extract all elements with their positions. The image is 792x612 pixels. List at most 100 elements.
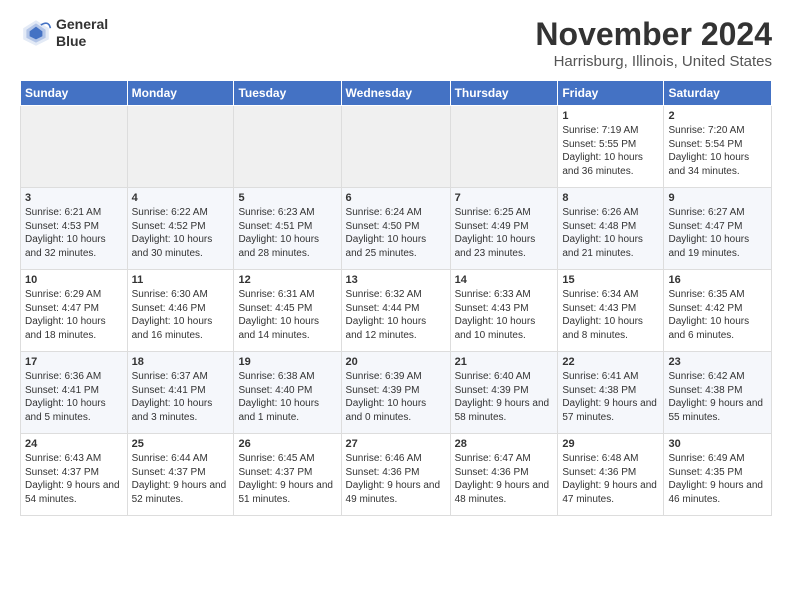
calendar-cell: 21 Sunrise: 6:40 AM Sunset: 4:39 PM Dayli… [450, 352, 558, 434]
day-header-thursday: Thursday [450, 81, 558, 106]
calendar-cell [341, 106, 450, 188]
calendar-cell: 7Sunrise: 6:25 AM Sunset: 4:49 PM Daylig… [450, 188, 558, 270]
day-header-friday: Friday [558, 81, 664, 106]
calendar-header-row: SundayMondayTuesdayWednesdayThursdayFrid… [21, 81, 772, 106]
calendar-cell: 23 Sunrise: 6:42 AM Sunset: 4:38 PM Dayli… [664, 352, 772, 434]
week-row-3: 10 Sunrise: 6:29 AM Sunset: 4:47 PM Dayli… [21, 270, 772, 352]
calendar-cell: 24Sunrise: 6:43 AM Sunset: 4:37 PM Dayli… [21, 434, 128, 516]
day-number: 29 [562, 438, 659, 450]
cell-content: Sunrise: 6:35 AM Sunset: 4:42 PM Dayligh… [668, 288, 767, 342]
day-header-sunday: Sunday [21, 81, 128, 106]
calendar-cell: 19 Sunrise: 6:38 AM Sunset: 4:40 PM Dayli… [234, 352, 341, 434]
logo-line1: General [56, 16, 108, 33]
cell-content: Sunrise: 7:20 AM Sunset: 5:54 PM Dayligh… [668, 124, 767, 178]
day-number: 1 [562, 110, 659, 122]
calendar-cell: 14Sunrise: 6:33 AM Sunset: 4:43 PM Dayli… [450, 270, 558, 352]
day-number: 22 [562, 356, 659, 368]
calendar-cell: 15 Sunrise: 6:34 AM Sunset: 4:43 PM Dayli… [558, 270, 664, 352]
cell-content: Sunrise: 6:45 AM Sunset: 4:37 PM Dayligh… [238, 452, 336, 506]
cell-content: Sunrise: 6:48 AM Sunset: 4:36 PM Dayligh… [562, 452, 659, 506]
day-number: 25 [132, 438, 230, 450]
cell-content: Sunrise: 6:46 AM Sunset: 4:36 PM Dayligh… [346, 452, 446, 506]
week-row-4: 17 Sunrise: 6:36 AM Sunset: 4:41 PM Dayli… [21, 352, 772, 434]
day-header-monday: Monday [127, 81, 234, 106]
day-header-tuesday: Tuesday [234, 81, 341, 106]
cell-content: Sunrise: 6:43 AM Sunset: 4:37 PM Dayligh… [25, 452, 123, 506]
cell-content: Sunrise: 6:47 AM Sunset: 4:36 PM Dayligh… [455, 452, 554, 506]
day-number: 18 [132, 356, 230, 368]
day-number: 4 [132, 192, 230, 204]
calendar-cell [21, 106, 128, 188]
calendar-cell: 5Sunrise: 6:23 AM Sunset: 4:51 PM Daylig… [234, 188, 341, 270]
day-number: 2 [668, 110, 767, 122]
day-number: 27 [346, 438, 446, 450]
logo: General Blue [20, 16, 108, 50]
calendar-cell: 25 Sunrise: 6:44 AM Sunset: 4:37 PM Dayli… [127, 434, 234, 516]
cell-content: Sunrise: 6:38 AM Sunset: 4:40 PM Dayligh… [238, 370, 336, 424]
month-title: November 2024 [535, 16, 772, 53]
day-number: 21 [455, 356, 554, 368]
cell-content: Sunrise: 6:22 AM Sunset: 4:52 PM Dayligh… [132, 206, 230, 260]
cell-content: Sunrise: 6:25 AM Sunset: 4:49 PM Dayligh… [455, 206, 554, 260]
calendar-cell: 18 Sunrise: 6:37 AM Sunset: 4:41 PM Dayli… [127, 352, 234, 434]
day-number: 23 [668, 356, 767, 368]
cell-content: Sunrise: 6:31 AM Sunset: 4:45 PM Dayligh… [238, 288, 336, 342]
cell-content: Sunrise: 6:29 AM Sunset: 4:47 PM Dayligh… [25, 288, 123, 342]
week-row-5: 24Sunrise: 6:43 AM Sunset: 4:37 PM Dayli… [21, 434, 772, 516]
cell-content: Sunrise: 6:33 AM Sunset: 4:43 PM Dayligh… [455, 288, 554, 342]
cell-content: Sunrise: 6:44 AM Sunset: 4:37 PM Dayligh… [132, 452, 230, 506]
calendar-cell: 17 Sunrise: 6:36 AM Sunset: 4:41 PM Dayli… [21, 352, 128, 434]
page: General Blue November 2024 Harrisburg, I… [0, 0, 792, 612]
cell-content: Sunrise: 7:19 AM Sunset: 5:55 PM Dayligh… [562, 124, 659, 178]
calendar-cell: 8Sunrise: 6:26 AM Sunset: 4:48 PM Daylig… [558, 188, 664, 270]
cell-content: Sunrise: 6:40 AM Sunset: 4:39 PM Dayligh… [455, 370, 554, 424]
calendar-cell: 16Sunrise: 6:35 AM Sunset: 4:42 PM Dayli… [664, 270, 772, 352]
logo-text: General Blue [56, 16, 108, 50]
calendar-cell: 2 Sunrise: 7:20 AM Sunset: 5:54 PM Daylig… [664, 106, 772, 188]
cell-content: Sunrise: 6:24 AM Sunset: 4:50 PM Dayligh… [346, 206, 446, 260]
day-number: 20 [346, 356, 446, 368]
calendar-cell [127, 106, 234, 188]
calendar-cell: 1 Sunrise: 7:19 AM Sunset: 5:55 PM Daylig… [558, 106, 664, 188]
cell-content: Sunrise: 6:39 AM Sunset: 4:39 PM Dayligh… [346, 370, 446, 424]
cell-content: Sunrise: 6:21 AM Sunset: 4:53 PM Dayligh… [25, 206, 123, 260]
calendar-cell [450, 106, 558, 188]
week-row-2: 3 Sunrise: 6:21 AM Sunset: 4:53 PM Daylig… [21, 188, 772, 270]
day-number: 9 [668, 192, 767, 204]
calendar-cell: 6 Sunrise: 6:24 AM Sunset: 4:50 PM Daylig… [341, 188, 450, 270]
day-number: 15 [562, 274, 659, 286]
calendar-cell: 20 Sunrise: 6:39 AM Sunset: 4:39 PM Dayli… [341, 352, 450, 434]
day-number: 3 [25, 192, 123, 204]
logo-line2: Blue [56, 33, 108, 50]
calendar-cell: 27 Sunrise: 6:46 AM Sunset: 4:36 PM Dayli… [341, 434, 450, 516]
calendar-cell: 11Sunrise: 6:30 AM Sunset: 4:46 PM Dayli… [127, 270, 234, 352]
calendar-cell: 13Sunrise: 6:32 AM Sunset: 4:44 PM Dayli… [341, 270, 450, 352]
calendar-cell: 30Sunrise: 6:49 AM Sunset: 4:35 PM Dayli… [664, 434, 772, 516]
cell-content: Sunrise: 6:26 AM Sunset: 4:48 PM Dayligh… [562, 206, 659, 260]
cell-content: Sunrise: 6:42 AM Sunset: 4:38 PM Dayligh… [668, 370, 767, 424]
logo-icon [20, 17, 52, 49]
location: Harrisburg, Illinois, United States [535, 53, 772, 70]
calendar-cell: 28Sunrise: 6:47 AM Sunset: 4:36 PM Dayli… [450, 434, 558, 516]
calendar: SundayMondayTuesdayWednesdayThursdayFrid… [20, 80, 772, 516]
day-header-wednesday: Wednesday [341, 81, 450, 106]
day-number: 19 [238, 356, 336, 368]
calendar-cell: 29 Sunrise: 6:48 AM Sunset: 4:36 PM Dayli… [558, 434, 664, 516]
cell-content: Sunrise: 6:30 AM Sunset: 4:46 PM Dayligh… [132, 288, 230, 342]
calendar-cell: 12Sunrise: 6:31 AM Sunset: 4:45 PM Dayli… [234, 270, 341, 352]
day-number: 17 [25, 356, 123, 368]
calendar-cell: 26Sunrise: 6:45 AM Sunset: 4:37 PM Dayli… [234, 434, 341, 516]
calendar-cell: 9Sunrise: 6:27 AM Sunset: 4:47 PM Daylig… [664, 188, 772, 270]
day-header-saturday: Saturday [664, 81, 772, 106]
calendar-cell: 3 Sunrise: 6:21 AM Sunset: 4:53 PM Daylig… [21, 188, 128, 270]
day-number: 10 [25, 274, 123, 286]
cell-content: Sunrise: 6:37 AM Sunset: 4:41 PM Dayligh… [132, 370, 230, 424]
cell-content: Sunrise: 6:36 AM Sunset: 4:41 PM Dayligh… [25, 370, 123, 424]
calendar-body: 1 Sunrise: 7:19 AM Sunset: 5:55 PM Daylig… [21, 106, 772, 516]
day-number: 6 [346, 192, 446, 204]
calendar-cell: 10 Sunrise: 6:29 AM Sunset: 4:47 PM Dayli… [21, 270, 128, 352]
day-number: 5 [238, 192, 336, 204]
cell-content: Sunrise: 6:34 AM Sunset: 4:43 PM Dayligh… [562, 288, 659, 342]
header: General Blue November 2024 Harrisburg, I… [20, 16, 772, 70]
week-row-1: 1 Sunrise: 7:19 AM Sunset: 5:55 PM Daylig… [21, 106, 772, 188]
